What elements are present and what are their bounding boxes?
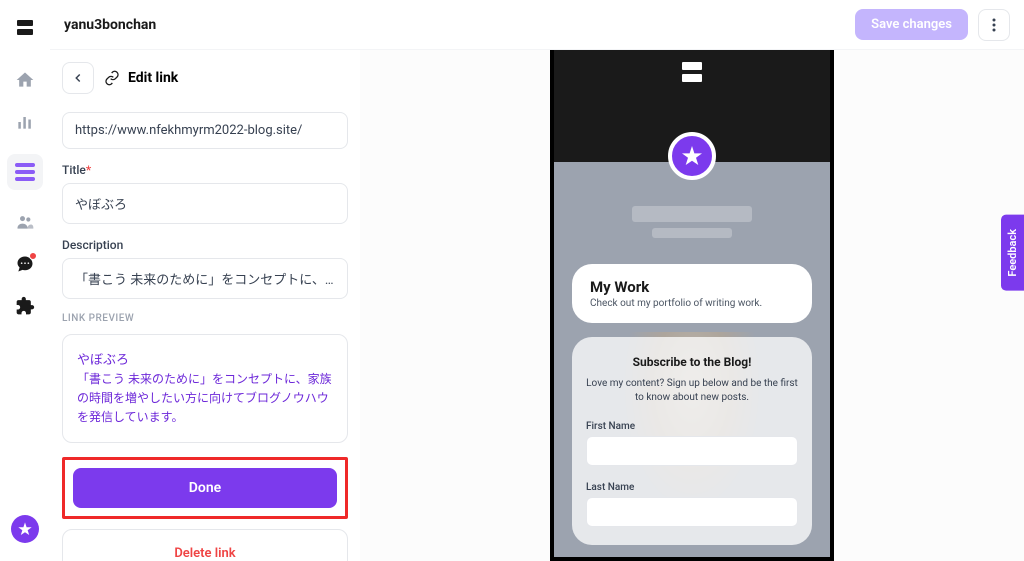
edit-link-panel: Edit link https://www.nfekhmyrm2022-blog… xyxy=(50,50,360,561)
links-icon xyxy=(15,163,35,181)
preview-title: やぼぶろ xyxy=(77,349,333,368)
links-nav-item[interactable] xyxy=(7,154,43,190)
phone-logo xyxy=(682,62,702,82)
panel-header: Edit link xyxy=(62,62,348,94)
username-display: yanu3bonchan xyxy=(64,17,156,33)
first-name-label: First Name xyxy=(586,421,798,432)
title-field: Title* やぼぶろ xyxy=(62,163,348,224)
app-logo xyxy=(17,20,33,36)
analytics-icon[interactable] xyxy=(15,112,35,132)
header-actions: Save changes xyxy=(855,9,1010,41)
panel-title: Edit link xyxy=(104,70,178,86)
panel-title-text: Edit link xyxy=(128,70,178,86)
first-name-input[interactable] xyxy=(586,436,798,466)
people-icon[interactable] xyxy=(15,212,35,232)
done-highlight: Done xyxy=(62,457,348,519)
title-input[interactable]: やぼぶろ xyxy=(62,183,348,224)
last-name-label: Last Name xyxy=(586,482,798,493)
description-field: Description 「書こう 未来のために」をコンセプトに、家族の xyxy=(62,238,348,299)
preview-description: 「書こう 未来のために」をコンセプトに、家族の時間を増やしたい方に向けてブログノ… xyxy=(77,370,333,428)
work-card-subtitle: Check out my portfolio of writing work. xyxy=(590,298,794,309)
link-icon xyxy=(104,70,120,86)
link-preview-label: LINK PREVIEW xyxy=(62,313,348,324)
sidebar-nav xyxy=(0,0,50,561)
phone-body: My Work Check out my portfolio of writin… xyxy=(554,162,830,561)
placeholder-subtitle xyxy=(652,228,732,238)
subscribe-card: Subscribe to the Blog! Love my content? … xyxy=(572,337,812,545)
url-input[interactable]: https://www.nfekhmyrm2022-blog.site/ xyxy=(62,112,348,149)
puzzle-icon[interactable] xyxy=(15,296,35,316)
phone-preview-area: My Work Check out my portfolio of writin… xyxy=(360,50,1024,561)
description-input[interactable]: 「書こう 未来のために」をコンセプトに、家族の xyxy=(62,258,348,299)
header: yanu3bonchan Save changes xyxy=(50,0,1024,50)
chat-icon[interactable] xyxy=(15,254,35,274)
save-changes-button[interactable]: Save changes xyxy=(855,9,968,40)
delete-link-button[interactable]: Delete link xyxy=(174,546,235,561)
title-label: Title* xyxy=(62,163,348,177)
phone-mockup: My Work Check out my portfolio of writin… xyxy=(550,50,834,561)
last-name-input[interactable] xyxy=(586,497,798,527)
subscribe-text: Love my content? Sign up below and be th… xyxy=(586,377,798,405)
more-options-button[interactable] xyxy=(978,9,1010,41)
link-preview-card: やぼぶろ 「書こう 未来のために」をコンセプトに、家族の時間を増やしたい方に向け… xyxy=(62,334,348,443)
home-icon[interactable] xyxy=(15,70,35,90)
notification-dot xyxy=(29,252,37,260)
description-label: Description xyxy=(62,238,348,252)
star-fab-button[interactable] xyxy=(11,515,39,543)
my-work-card[interactable]: My Work Check out my portfolio of writin… xyxy=(572,264,812,323)
delete-link-row: Delete link xyxy=(62,529,348,561)
placeholder-title xyxy=(632,206,752,222)
done-button[interactable]: Done xyxy=(73,468,337,508)
work-card-title: My Work xyxy=(590,278,794,296)
subscribe-heading: Subscribe to the Blog! xyxy=(586,355,798,369)
back-button[interactable] xyxy=(62,62,94,94)
star-badge-icon xyxy=(668,132,716,180)
feedback-tab[interactable]: Feedback xyxy=(1001,215,1024,291)
url-field: https://www.nfekhmyrm2022-blog.site/ xyxy=(62,112,348,149)
